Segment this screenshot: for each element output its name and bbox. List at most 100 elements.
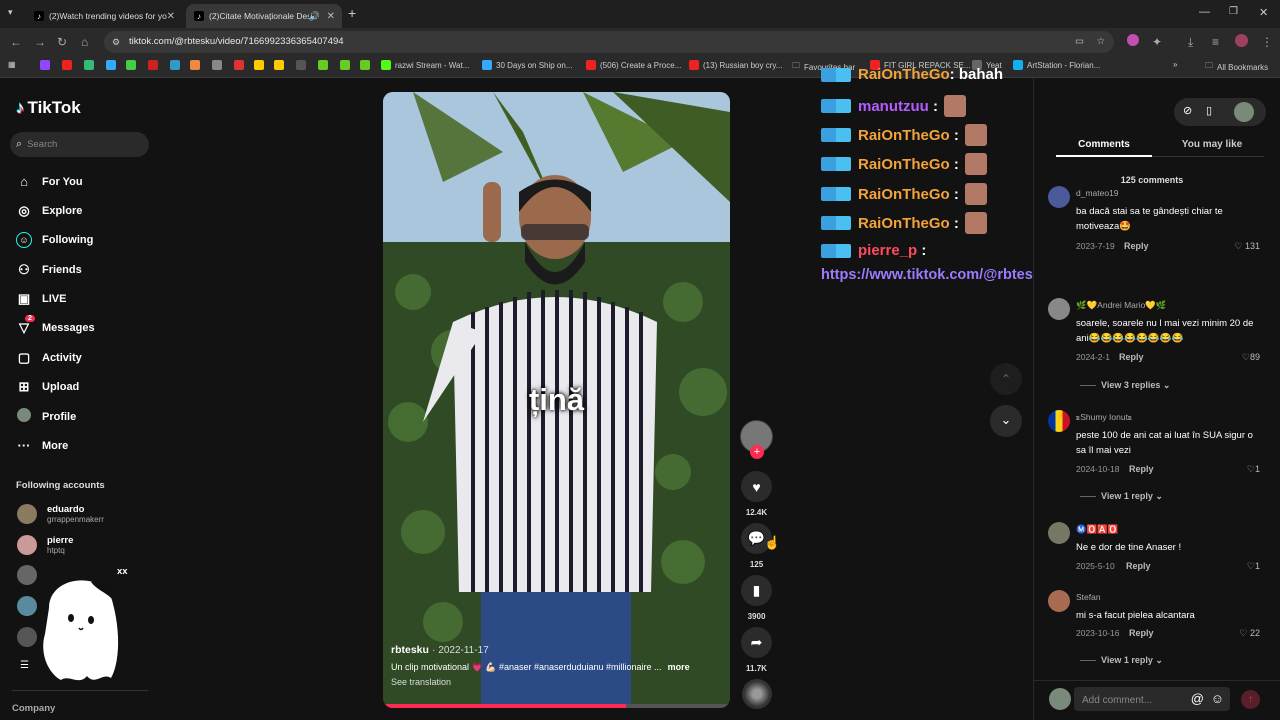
following-account-eduardo[interactable]: eduardo grrappenmakerr xyxy=(17,504,104,524)
device-icon[interactable]: ▯ xyxy=(1206,104,1212,117)
comment-like[interactable]: ♡ 22 xyxy=(1239,628,1260,639)
bookmark-maps-icon[interactable] xyxy=(126,60,140,70)
tab-trending[interactable]: ♪ (2)Watch trending videos for yo ✕ xyxy=(26,4,182,28)
bookmark-create-process[interactable]: (506) Create a Proce... xyxy=(586,60,681,70)
nav-activity[interactable]: ▢ Activity xyxy=(16,350,82,366)
view-replies-button[interactable]: View 1 reply ⌄ xyxy=(1080,491,1163,502)
bookmark-icon[interactable] xyxy=(84,60,98,70)
nav-for-you[interactable]: ⌂ For You xyxy=(16,174,82,189)
nav-following[interactable]: ☺ Following xyxy=(16,232,93,248)
user-avatar[interactable] xyxy=(1234,102,1254,122)
speaker-icon[interactable]: 🔊 xyxy=(309,11,320,22)
tiktok-logo[interactable]: ♪ TikTok xyxy=(16,98,81,118)
post-comment-button[interactable]: ↑ xyxy=(1241,690,1260,709)
avatar[interactable] xyxy=(1048,410,1070,432)
reply-button[interactable]: Reply xyxy=(1129,464,1154,474)
add-comment-input[interactable]: Add comment... @ ☺ xyxy=(1074,687,1230,711)
bookmark-icon[interactable] xyxy=(106,60,120,70)
nav-live[interactable]: ▣ LIVE xyxy=(16,291,67,307)
download-icon[interactable]: ⤓ xyxy=(1188,35,1193,50)
bookmark-ship[interactable]: 30 Days on Ship on... xyxy=(482,60,573,70)
company-link[interactable]: Company xyxy=(12,703,55,714)
video-progress-bar[interactable] xyxy=(383,704,730,708)
profile-avatar-icon[interactable] xyxy=(1235,34,1248,47)
nav-more[interactable]: ··· More xyxy=(16,438,69,453)
nav-friends[interactable]: ⚇ Friends xyxy=(16,262,82,278)
bookmark-icon[interactable] xyxy=(234,60,248,70)
tab-search-icon[interactable]: ▾ xyxy=(8,7,13,18)
back-button[interactable]: ← xyxy=(10,35,22,49)
reply-button[interactable]: Reply xyxy=(1126,561,1151,571)
nav-profile[interactable]: Profile xyxy=(16,408,76,425)
tab-comments[interactable]: Comments xyxy=(1056,139,1152,150)
reply-button[interactable]: Reply xyxy=(1129,628,1154,638)
next-video-button[interactable]: ⌄ xyxy=(990,405,1022,437)
bookmark-artstation[interactable]: ArtStation - Florian... xyxy=(1013,60,1100,70)
bookmark-kick[interactable]: razwi Stream - Wat... xyxy=(381,60,469,70)
forward-button[interactable]: → xyxy=(34,35,46,49)
browser-menu-icon[interactable]: ⋮ xyxy=(1261,35,1273,49)
bookmark-youtube-icon[interactable] xyxy=(62,60,76,70)
new-tab-button[interactable]: + xyxy=(348,5,356,21)
cast-icon[interactable]: ▭ xyxy=(1075,31,1084,53)
extensions-puzzle-icon[interactable]: ✦ xyxy=(1152,35,1162,49)
view-replies-button[interactable]: View 3 replies ⌄ xyxy=(1080,380,1170,391)
tab-you-may-like[interactable]: You may like xyxy=(1164,139,1260,150)
nav-upload[interactable]: ⊞ Upload xyxy=(16,379,80,395)
video-author-link[interactable]: rbtesku xyxy=(391,644,429,656)
apps-grid-icon[interactable]: ▦ xyxy=(8,60,16,69)
avatar[interactable] xyxy=(1048,590,1070,612)
bookmark-icon[interactable] xyxy=(170,60,184,70)
see-translation-link[interactable]: See translation xyxy=(391,677,726,687)
nav-messages[interactable]: ▽ 2 Messages xyxy=(16,315,95,336)
home-button[interactable]: ⌂ xyxy=(81,35,88,49)
url-field[interactable]: ⚙ tiktok.com/@rbtesku/video/716699233636… xyxy=(104,31,1114,53)
avatar[interactable] xyxy=(1048,522,1070,544)
share-button[interactable]: ➦ xyxy=(741,627,772,658)
reply-button[interactable]: Reply xyxy=(1119,352,1144,362)
extension-icon[interactable] xyxy=(1127,34,1139,46)
bookmark-icon[interactable] xyxy=(296,60,310,70)
bookmark-icon[interactable] xyxy=(274,60,288,70)
comment-like[interactable]: ♡1 xyxy=(1247,464,1260,475)
previous-video-button[interactable]: ⌃ xyxy=(990,363,1022,395)
bookmark-twitch-icon[interactable] xyxy=(40,60,54,70)
mention-icon[interactable]: @ xyxy=(1191,687,1204,711)
bookmark-russian-boy[interactable]: (13) Russian boy cry... xyxy=(689,60,782,70)
all-bookmarks-folder[interactable]: 🗀 All Bookmarks xyxy=(1205,60,1268,74)
reply-button[interactable]: Reply xyxy=(1124,241,1149,251)
comment-like[interactable]: ♡89 xyxy=(1242,352,1260,363)
comment-like[interactable]: ♡1 xyxy=(1247,561,1260,572)
avatar[interactable] xyxy=(1048,298,1070,320)
like-button[interactable]: ♥ xyxy=(741,471,772,502)
nav-explore[interactable]: ◎ Explore xyxy=(16,203,82,219)
follow-plus-button[interactable]: + xyxy=(750,445,764,459)
avatar[interactable] xyxy=(1048,186,1070,208)
bookmark-icon[interactable] xyxy=(318,60,332,70)
search-input[interactable]: ⌕ Search xyxy=(10,132,149,157)
media-control-icon[interactable]: ≡ xyxy=(1212,35,1219,49)
site-info-icon[interactable]: ⚙ xyxy=(112,31,120,53)
floating-player-icon[interactable]: ⊘ xyxy=(1183,104,1192,117)
bookmark-star-icon[interactable]: ☆ xyxy=(1096,31,1105,53)
tab-active[interactable]: ♪ (2)Citate Motivaționale Des 🔊 ✕ xyxy=(186,4,342,28)
music-disc-icon[interactable] xyxy=(742,679,772,709)
bookmarks-overflow-icon[interactable]: » xyxy=(1173,60,1177,69)
more-button[interactable]: more xyxy=(668,662,690,673)
maximize-button[interactable]: ❐ xyxy=(1229,6,1238,17)
emoji-icon[interactable]: ☺ xyxy=(1211,687,1224,711)
close-icon[interactable]: ✕ xyxy=(327,11,335,22)
bookmark-icon[interactable] xyxy=(148,60,162,70)
list-icon[interactable]: ☰ xyxy=(20,660,29,671)
video-player[interactable]: țină rbtesku · 2022-11-17 Un clip motiva… xyxy=(383,92,730,708)
view-replies-button[interactable]: View 1 reply ⌄ xyxy=(1080,655,1163,666)
bookmark-icon[interactable] xyxy=(254,60,268,70)
bookmark-icon[interactable] xyxy=(360,60,374,70)
bookmark-icon[interactable] xyxy=(340,60,354,70)
save-button[interactable]: ▮ xyxy=(741,575,772,606)
comment-like[interactable]: ♡ 131 xyxy=(1234,241,1260,252)
bookmark-icon[interactable] xyxy=(212,60,226,70)
minimize-button[interactable]: — xyxy=(1199,6,1210,18)
bookmark-icon[interactable] xyxy=(190,60,204,70)
close-window-button[interactable]: ✕ xyxy=(1259,6,1268,19)
